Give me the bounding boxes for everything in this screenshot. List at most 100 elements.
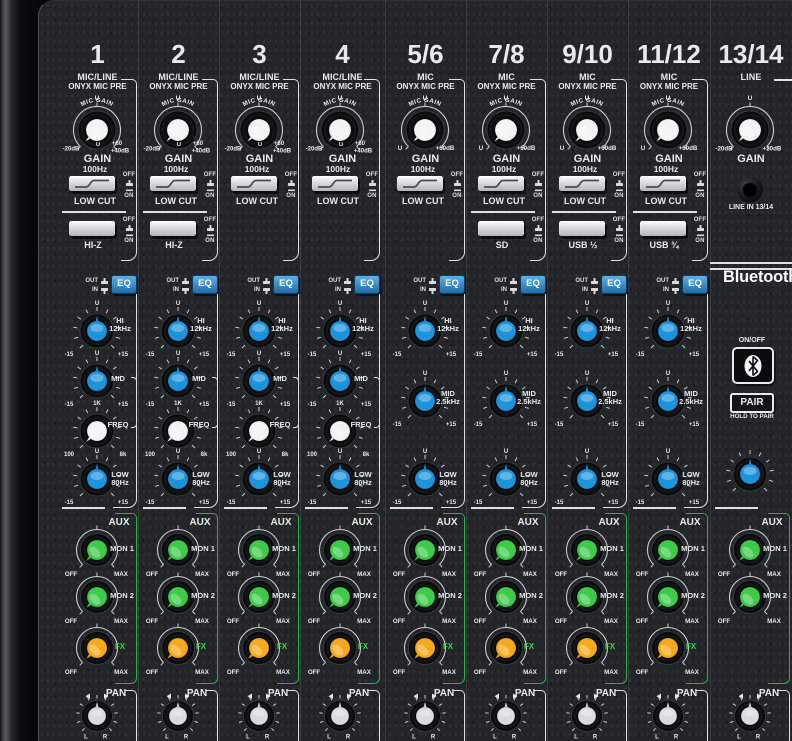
knob-scale-label: U [423, 95, 428, 102]
knob-scale-label: +60dB [679, 145, 698, 152]
eq-low-knob[interactable] [710, 440, 790, 502]
eq-hi-label-line: 12kHz [103, 325, 137, 333]
eq-out-row: OUT [571, 277, 599, 286]
pan-knob[interactable]: LR [57, 691, 137, 741]
gain-knob-channel-9-10[interactable]: MIC GAINUU+60dB [547, 93, 627, 157]
low-cut-curve-icon [481, 178, 521, 189]
gain-knob-channel-2[interactable]: MIC GAINUU-20dB+60+40dB [138, 93, 218, 157]
fx-label: FX [105, 643, 135, 652]
pan-knob[interactable]: LR [138, 691, 218, 741]
mixer-front-panel: 1MIC/LINEONYX MIC PREMIC GAINUU-20dB+60+… [0, 0, 792, 741]
low-cut-switch[interactable] [150, 176, 196, 191]
low-cut-switch[interactable] [559, 176, 605, 191]
eq-in-label: IN [173, 286, 179, 295]
eq-mid-label: MID2.5kHz [431, 390, 465, 407]
push-button-icon [343, 278, 352, 285]
low-cut-switch[interactable] [69, 176, 115, 191]
push-button-icon [181, 287, 190, 294]
low-cut-curve-icon [562, 178, 602, 189]
pan-knob[interactable]: LR [300, 691, 380, 741]
switch-position-icon [615, 224, 624, 238]
pan-knob[interactable]: LR [466, 691, 546, 741]
channel-strip-2: 2MIC/LINEONYX MIC PREMIC GAINUU-20dB+60+… [138, 0, 219, 741]
knob-scale-label: +60dB [436, 145, 455, 152]
knob-scale-label: 1K [336, 401, 344, 407]
push-button-icon [100, 278, 109, 285]
mid-freq-bracket [212, 377, 218, 428]
knob-scale-label: U [423, 371, 427, 377]
gain-knob-channel-5-6[interactable]: MIC GAINUU+60dB [385, 93, 465, 157]
low-cut-switch[interactable] [397, 176, 443, 191]
eq-out-row: OUT [490, 277, 518, 286]
low-cut-switch[interactable] [231, 176, 277, 191]
gain-knob-channel-13-14[interactable]: U-20dB+20dB [710, 93, 790, 157]
switch-position-icon [368, 179, 377, 193]
section-divider [552, 211, 616, 213]
gain-knob-channel-7-8[interactable]: MIC GAINUU+60dB [466, 93, 546, 157]
knob-scale-label: +15 [608, 422, 619, 428]
knob-scale-label: -15 [393, 500, 402, 506]
switch-position-icon [287, 179, 296, 193]
eq-badge: EQ [682, 275, 708, 294]
usb-switch[interactable] [640, 221, 686, 236]
hi-z-switch-label: HI-Z [57, 241, 129, 251]
knob-scale-label: U [176, 301, 180, 307]
push-button-icon [206, 180, 215, 187]
knob-scale-label: U [423, 301, 427, 307]
gain-knob-channel-4[interactable]: MIC GAINUU-20dB+60+40dB [300, 93, 380, 157]
pan-knob[interactable]: LR [219, 691, 299, 741]
pan-knob[interactable]: LR [547, 691, 627, 741]
low-cut-curve-icon [400, 178, 440, 189]
bluetooth-power-button[interactable] [732, 347, 774, 384]
eq-in-out-indicator: OUTIN [324, 277, 352, 295]
knob-scale-label: U [95, 351, 99, 357]
gain-knob-channel-11-12[interactable]: MIC GAINUU+60dB [628, 93, 708, 157]
knob-scale-label: L [493, 735, 497, 741]
eq-in-row: IN [324, 286, 352, 295]
eq-out-row: OUT [243, 277, 271, 286]
low-cut-switch[interactable] [312, 176, 358, 191]
channel-strip-5-6: 5/6MICONYX MIC PREMIC GAINUU+60dBGAIN100… [385, 0, 466, 741]
knob-scale-label: +15 [446, 422, 457, 428]
gain-knob-channel-3[interactable]: MIC GAINUU-20dB+60+40dB [219, 93, 299, 157]
usb-switch[interactable] [559, 221, 605, 236]
eq-out-row: OUT [162, 277, 190, 286]
aux-mon1-label: MON 1 [676, 545, 710, 553]
eq-hi-label-line: 12kHz [593, 325, 627, 333]
low-cut-switch[interactable] [478, 176, 524, 191]
sd-switch[interactable] [478, 221, 524, 236]
low-cut-curve-icon [72, 178, 112, 189]
channel-number: 2 [138, 40, 219, 69]
switch-position-icon [206, 179, 215, 193]
off-label: OFF [694, 172, 707, 179]
knob-scale-label: OFF [555, 669, 568, 676]
line-in-jack-label: LINE IN 13/14 [710, 204, 792, 212]
knob-scale-label: L [737, 735, 741, 741]
hi-z-switch[interactable] [150, 221, 196, 236]
push-button-icon [534, 225, 543, 232]
pan-knob[interactable]: LR [385, 691, 465, 741]
push-button-icon [428, 278, 437, 285]
eq-out-label: OUT [328, 277, 341, 286]
hi-z-switch[interactable] [69, 221, 115, 236]
low-cut-switch[interactable] [640, 176, 686, 191]
knob-scale-label: U [338, 301, 342, 307]
eq-out-label: OUT [575, 277, 588, 286]
knob-scale-label: 1K [93, 401, 101, 407]
knob-scale-label: OFF [636, 669, 649, 676]
knob-scale-label: U [666, 95, 671, 102]
low-cut-curve-icon [643, 178, 683, 189]
push-button-icon [509, 278, 518, 285]
section-divider [471, 211, 535, 213]
sd-switch-label: SD [466, 241, 538, 251]
mid-freq-bracket [374, 377, 380, 428]
pan-knob[interactable]: LR [710, 691, 790, 741]
eq-freq-label: FREQ [346, 421, 376, 429]
channel-number: 1 [57, 40, 138, 69]
gain-knob-channel-1[interactable]: MIC GAINUU-20dB+60+40dB [57, 93, 137, 157]
knob-scale-label: U [585, 301, 589, 307]
pair-button[interactable]: PAIR [730, 393, 774, 413]
knob-scale-label: -15 [555, 500, 564, 506]
line-in-jack[interactable] [737, 177, 763, 203]
pan-knob[interactable]: LR [628, 691, 708, 741]
